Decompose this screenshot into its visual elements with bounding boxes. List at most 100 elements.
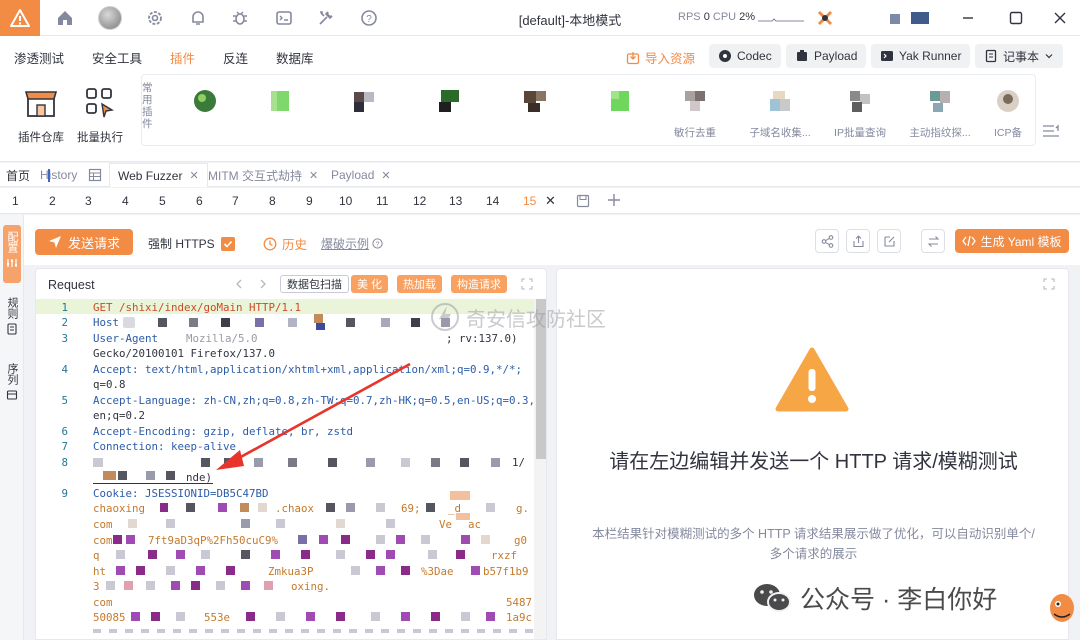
subtab-6[interactable]: 6 xyxy=(196,194,203,208)
notebook-dropdown[interactable]: 记事本 xyxy=(975,44,1064,68)
menu-security-tools[interactable]: 安全工具 xyxy=(92,48,142,67)
plugin-shortcut[interactable]: 主动指纹探... xyxy=(905,88,975,140)
redacted-block xyxy=(151,612,160,621)
bruteforce-examples-link[interactable]: 爆破示例 ? xyxy=(321,235,383,252)
chevron-left-icon[interactable] xyxy=(234,279,244,289)
add-tab-icon[interactable] xyxy=(607,193,621,207)
subtab-12[interactable]: 12 xyxy=(413,194,426,208)
yak-runner-icon xyxy=(881,51,893,61)
chevron-right-icon[interactable] xyxy=(258,279,268,289)
code-fragment: %3Dae xyxy=(421,565,454,578)
plugin-shortcut[interactable]: 敏行去重 xyxy=(660,88,730,140)
plugin-shortcut[interactable] xyxy=(415,88,485,125)
subtab-8[interactable]: 8 xyxy=(269,194,276,208)
line-number: 2 xyxy=(61,316,68,329)
tab-payload[interactable]: Payload ✕ xyxy=(331,163,391,187)
tab-mitm[interactable]: MITM 交互式劫持 ✕ xyxy=(208,163,318,187)
plugin-shortcut[interactable]: IP批量查询 xyxy=(825,88,895,140)
table-icon[interactable] xyxy=(88,168,102,182)
close-icon[interactable]: ✕ xyxy=(309,169,318,182)
plugin-shortcut[interactable]: 子域名收集... xyxy=(745,88,815,140)
subtab-10[interactable]: 10 xyxy=(339,194,352,208)
subtab-3[interactable]: 3 xyxy=(85,194,92,208)
menu-reverse[interactable]: 反连 xyxy=(223,48,248,67)
redacted-block xyxy=(890,14,900,24)
swap-button[interactable] xyxy=(921,229,945,253)
close-icon[interactable]: ✕ xyxy=(381,169,390,182)
plugin-store-button[interactable]: 插件仓库 xyxy=(11,84,71,145)
save-icon[interactable] xyxy=(576,194,590,208)
send-request-button[interactable]: 发送请求 xyxy=(35,229,133,255)
plugin-shortcut[interactable] xyxy=(585,88,655,125)
subtab-11[interactable]: 11 xyxy=(376,194,388,208)
wechat-watermark: 公众号 · 李白你好 xyxy=(752,580,997,616)
plugin-shortcut[interactable]: ICP备 xyxy=(980,88,1036,140)
redacted-block xyxy=(461,612,470,621)
avatar[interactable] xyxy=(98,6,122,30)
packet-scan-button[interactable]: 数据包扫描 xyxy=(280,275,349,293)
tools-icon[interactable] xyxy=(316,8,336,28)
edit-button[interactable] xyxy=(877,229,901,253)
generate-yaml-button[interactable]: 生成 Yaml 模板 xyxy=(955,229,1069,253)
force-https-label: 强制 HTTPS xyxy=(148,237,215,251)
plugin-shortcut[interactable] xyxy=(245,88,315,125)
code-line: GET /shixi/index/goMain HTTP/1.1 xyxy=(93,301,302,314)
settings-icon[interactable] xyxy=(145,8,165,28)
subtab-15[interactable]: 15 xyxy=(523,194,536,208)
close-icon[interactable]: ✕ xyxy=(545,193,556,209)
share-button[interactable] xyxy=(815,229,839,253)
history-button[interactable]: 历史 xyxy=(263,234,307,253)
tab-history[interactable]: History xyxy=(40,163,77,187)
terminal-icon[interactable] xyxy=(274,8,294,28)
side-tab-sequence[interactable]: 序列 xyxy=(3,359,21,417)
tab-home[interactable]: 首页 xyxy=(6,163,30,187)
tab-web-fuzzer[interactable]: Web Fuzzer ✕ xyxy=(109,163,208,187)
engine-status-icon[interactable] xyxy=(815,8,835,28)
minimize-icon[interactable] xyxy=(958,8,978,28)
redacted-block xyxy=(336,612,345,621)
plugin-shortcut[interactable] xyxy=(170,88,240,125)
home-icon[interactable] xyxy=(55,8,75,28)
close-icon[interactable]: ✕ xyxy=(189,169,198,182)
plugin-shortcut[interactable] xyxy=(500,88,570,125)
subtab-9[interactable]: 9 xyxy=(306,194,313,208)
code-fragment: Ve xyxy=(439,518,453,531)
expand-icon[interactable] xyxy=(1043,278,1055,290)
close-icon[interactable] xyxy=(1050,8,1070,28)
subtab-7[interactable]: 7 xyxy=(232,194,239,208)
rules-icon xyxy=(7,323,17,335)
subtab-4[interactable]: 4 xyxy=(122,194,129,208)
subtab-5[interactable]: 5 xyxy=(159,194,166,208)
bell-icon[interactable] xyxy=(188,8,208,28)
checkbox-checked-icon[interactable] xyxy=(220,236,235,251)
maximize-icon[interactable] xyxy=(1006,8,1026,28)
hotload-button[interactable]: 热加载 xyxy=(397,275,442,293)
subtab-14[interactable]: 14 xyxy=(486,194,499,208)
yak-runner-button[interactable]: Yak Runner xyxy=(871,44,971,68)
export-button[interactable] xyxy=(846,229,870,253)
batch-execute-button[interactable]: 批量执行 xyxy=(70,84,130,145)
yakit-logo[interactable] xyxy=(0,0,40,36)
force-https-toggle[interactable]: 强制 HTTPS xyxy=(148,235,235,252)
plugin-shortcut[interactable] xyxy=(330,88,400,125)
beautify-button[interactable]: 美 化 xyxy=(351,275,389,293)
collapse-ribbon-icon[interactable] xyxy=(1042,124,1060,138)
side-tab-config[interactable]: 配置 xyxy=(3,225,21,283)
menu-plugins[interactable]: 插件 xyxy=(170,48,195,67)
codec-button[interactable]: Codec xyxy=(709,44,781,68)
subtab-1[interactable]: 1 xyxy=(12,194,19,208)
menu-database[interactable]: 数据库 xyxy=(276,48,314,67)
subtab-13[interactable]: 13 xyxy=(449,194,462,208)
warning-icon xyxy=(775,347,849,412)
menu-pentest[interactable]: 渗透测试 xyxy=(14,48,64,67)
import-resources-button[interactable]: 导入资源 xyxy=(626,48,695,67)
redacted-block xyxy=(276,519,285,528)
construct-request-button[interactable]: 构造请求 xyxy=(451,275,507,293)
side-tab-rules[interactable]: 规则 xyxy=(3,293,21,351)
payload-button[interactable]: Payload xyxy=(786,44,867,68)
expand-icon[interactable] xyxy=(521,278,533,290)
help-icon[interactable]: ? xyxy=(359,8,379,28)
bug-icon[interactable] xyxy=(230,8,250,28)
redacted-block xyxy=(301,550,310,559)
subtab-2[interactable]: 2 xyxy=(49,194,56,208)
